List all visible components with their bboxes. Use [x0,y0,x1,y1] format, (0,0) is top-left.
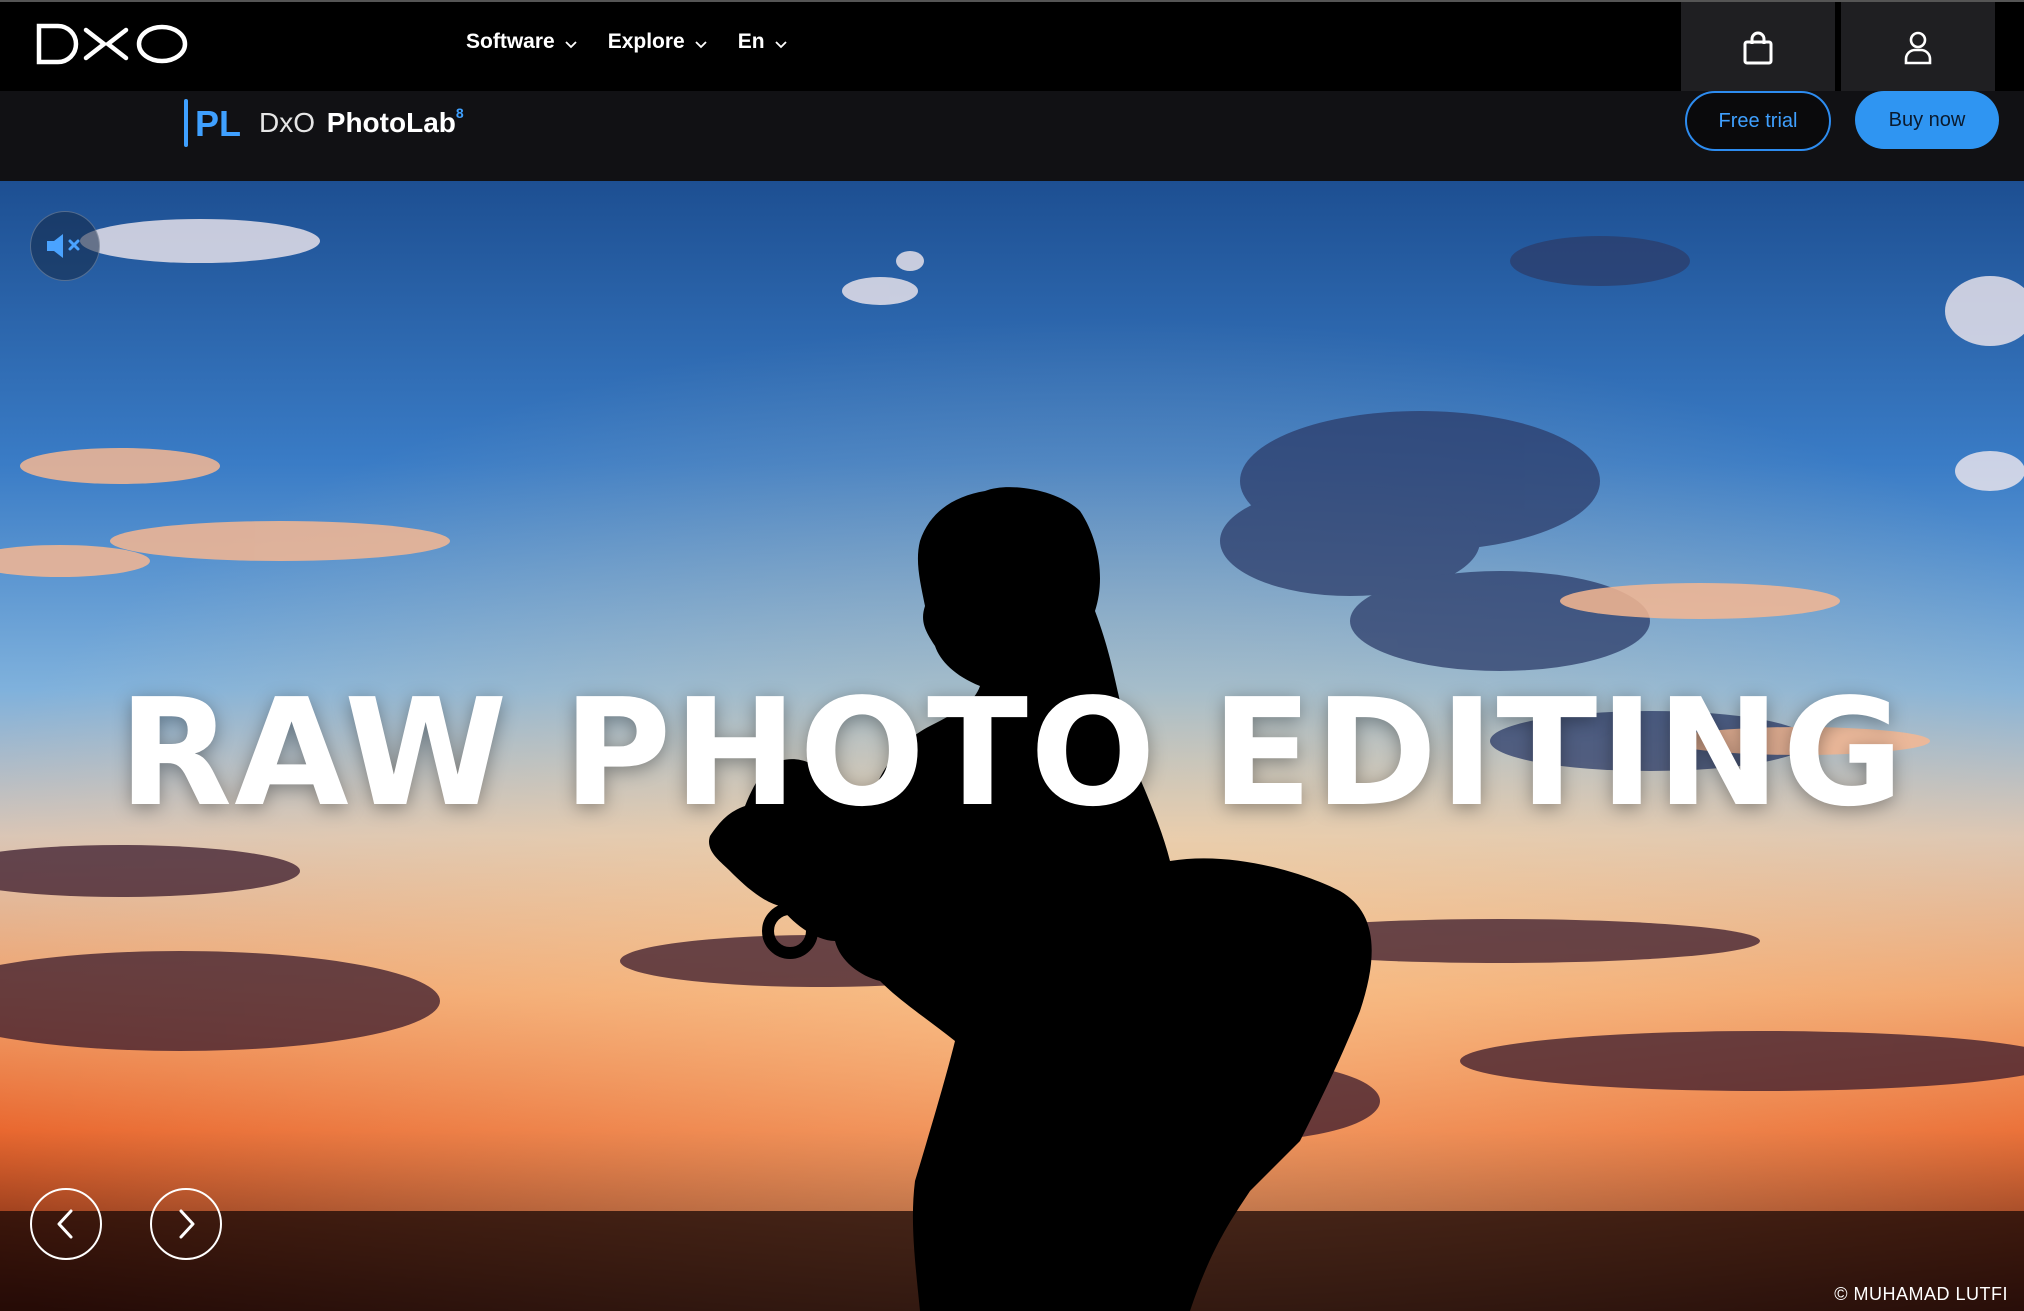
product-bar: PL DxO PhotoLab8 Free trial Buy now [0,91,2024,181]
nav-language-label: En [737,30,765,53]
account-button[interactable] [1841,2,1995,93]
nav-software[interactable]: Software [466,30,578,54]
chevron-down-icon [774,40,787,48]
dxo-logo[interactable] [36,22,190,66]
photolab-badge-text: PL [195,103,242,144]
chevron-down-icon [565,40,577,48]
nav-explore-label: Explore [607,30,685,53]
previous-slide-button[interactable] [30,1188,102,1260]
chevron-right-icon [179,1209,195,1239]
chevron-down-icon [695,40,707,48]
chevron-left-icon [57,1209,73,1239]
hero-title: RAW PHOTO EDITING [118,667,1906,839]
cart-button[interactable] [1681,2,1835,93]
buy-now-button[interactable]: Buy now [1855,91,1999,149]
product-title[interactable]: DxO PhotoLab8 [259,105,464,139]
user-icon [1904,31,1932,64]
shopping-bag-icon [1743,31,1773,64]
free-trial-button[interactable]: Free trial [1685,91,1831,151]
hero-video: RAW PHOTO EDITING © MUHAMAD LUTFI [0,181,2024,1311]
main-nav: Software Explore En [466,30,818,54]
mute-button[interactable] [30,211,100,281]
photo-credit: © MUHAMAD LUTFI [1834,1284,2008,1304]
next-slide-button[interactable] [150,1188,222,1260]
nav-software-label: Software [466,30,555,53]
nav-explore[interactable]: Explore [608,30,708,54]
top-navigation-bar: Software Explore En [0,0,2024,93]
speaker-muted-icon [47,234,80,258]
dxo-logo-mark [36,23,188,65]
product-name: PhotoLab [326,107,456,138]
photolab-badge: PL [183,97,241,149]
nav-language[interactable]: En [738,30,788,54]
product-version: 8 [455,105,464,121]
product-brand: DxO [259,107,315,138]
